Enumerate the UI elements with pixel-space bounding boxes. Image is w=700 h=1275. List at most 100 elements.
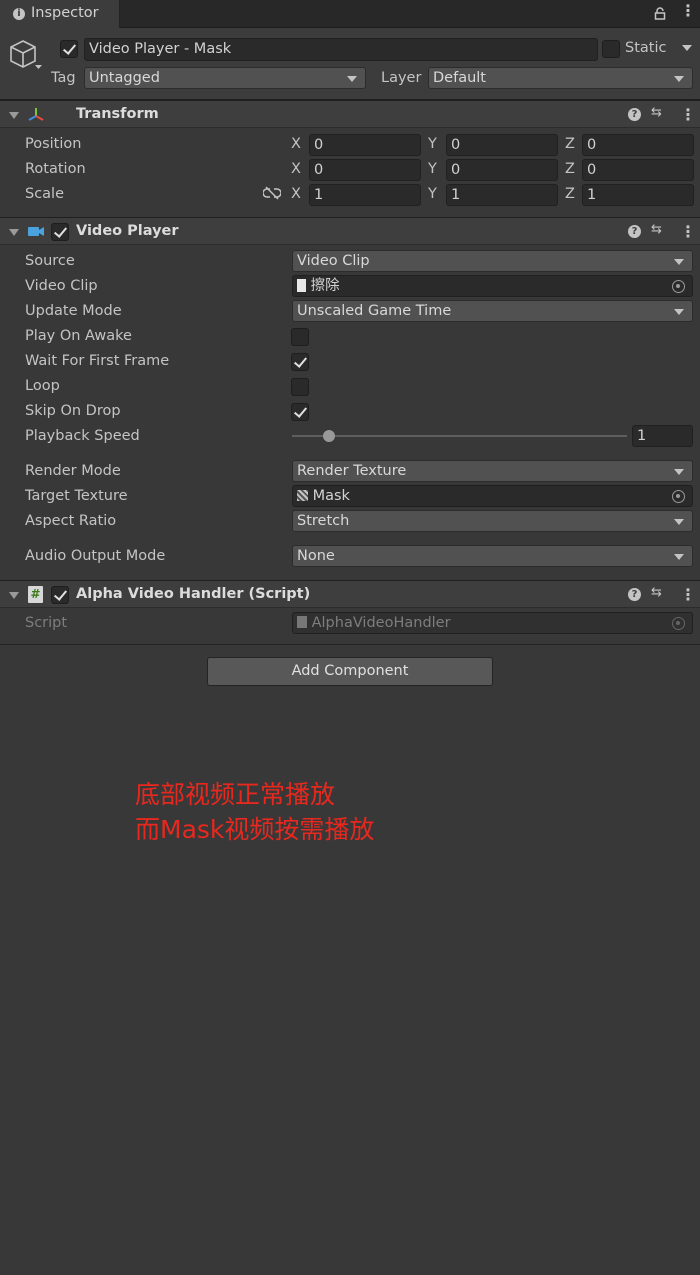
playback-speed-value: 1 — [637, 428, 647, 444]
object-picker-icon[interactable] — [672, 280, 685, 293]
foldout-arrow-icon[interactable] — [9, 229, 19, 236]
object-picker-icon[interactable] — [672, 490, 685, 503]
update-mode-label: Update Mode — [25, 303, 122, 319]
rotation-x-input[interactable]: 0 — [309, 159, 421, 181]
tag-value: Untagged — [89, 70, 160, 86]
position-y-label[interactable]: Y — [428, 136, 437, 152]
wait-first-frame-checkbox[interactable] — [291, 353, 309, 371]
scale-x-input[interactable]: 1 — [309, 184, 421, 206]
update-mode-value: Unscaled Game Time — [297, 303, 452, 319]
scale-z-input[interactable]: 1 — [582, 184, 694, 206]
preset-icon[interactable]: ⇆ — [651, 585, 662, 600]
rotation-y-input[interactable]: 0 — [446, 159, 558, 181]
update-mode-dropdown[interactable]: Unscaled Game Time — [292, 300, 693, 322]
play-on-awake-checkbox[interactable] — [291, 328, 309, 346]
add-component-label: Add Component — [291, 663, 409, 679]
position-z-input[interactable]: 0 — [582, 134, 694, 156]
help-icon[interactable]: ? — [628, 108, 641, 121]
aspect-ratio-value: Stretch — [297, 513, 350, 529]
playback-speed-track[interactable] — [292, 435, 627, 437]
add-component-button[interactable]: Add Component — [207, 657, 493, 686]
alpha-handler-header[interactable]: # Alpha Video Handler (Script) ? ⇆ ⋮ — [0, 580, 700, 608]
position-x-label[interactable]: X — [291, 136, 301, 152]
info-icon: i — [13, 8, 25, 20]
scale-x-value: 1 — [314, 187, 324, 203]
scale-x-label[interactable]: X — [291, 186, 301, 202]
foldout-arrow-icon[interactable] — [9, 112, 19, 119]
audio-output-value: None — [297, 548, 335, 564]
scale-z-label[interactable]: Z — [565, 186, 575, 202]
position-y-value: 0 — [451, 137, 461, 153]
position-x-value: 0 — [314, 137, 324, 153]
video-clip-field[interactable]: 擦除 — [292, 275, 693, 297]
preset-icon[interactable]: ⇆ — [651, 222, 662, 237]
tab-menu-icon[interactable]: ⋮ — [680, 3, 696, 19]
component-menu-icon[interactable]: ⋮ — [680, 587, 696, 603]
tag-dropdown[interactable]: Untagged — [84, 67, 366, 89]
skip-on-drop-label: Skip On Drop — [25, 403, 121, 419]
gameobject-cube-icon[interactable] — [8, 38, 42, 72]
chevron-down-icon — [674, 469, 684, 475]
preset-icon[interactable]: ⇆ — [651, 105, 662, 120]
transform-header[interactable]: Transform ? ⇆ ⋮ — [0, 100, 700, 128]
target-texture-label: Target Texture — [25, 488, 128, 504]
position-y-input[interactable]: 0 — [446, 134, 558, 156]
wait-first-frame-label: Wait For First Frame — [25, 353, 170, 369]
playback-speed-label: Playback Speed — [25, 428, 140, 444]
transform-axes-icon — [28, 108, 44, 121]
audio-output-dropdown[interactable]: None — [292, 545, 693, 567]
alpha-handler-enabled-checkbox[interactable] — [51, 586, 69, 604]
audio-output-label: Audio Output Mode — [25, 548, 166, 564]
chevron-down-icon — [674, 519, 684, 525]
scale-label: Scale — [25, 186, 65, 202]
help-icon[interactable]: ? — [628, 588, 641, 601]
static-dropdown-icon[interactable] — [682, 45, 692, 51]
position-x-input[interactable]: 0 — [309, 134, 421, 156]
components-divider — [0, 644, 700, 645]
rotation-label: Rotation — [25, 161, 86, 177]
rotation-x-label[interactable]: X — [291, 161, 301, 177]
position-z-label[interactable]: Z — [565, 136, 575, 152]
object-name-input[interactable]: Video Player - Mask — [84, 38, 598, 61]
aspect-ratio-label: Aspect Ratio — [25, 513, 117, 529]
chevron-down-icon — [347, 76, 357, 82]
source-dropdown[interactable]: Video Clip — [292, 250, 693, 272]
static-checkbox[interactable] — [602, 40, 620, 58]
script-file-icon: # — [28, 586, 43, 603]
constrain-proportions-icon[interactable] — [263, 186, 281, 200]
render-texture-icon — [297, 490, 308, 501]
rotation-z-value: 0 — [587, 162, 597, 178]
scale-z-value: 1 — [587, 187, 597, 203]
object-picker-icon — [672, 617, 685, 630]
video-player-enabled-checkbox[interactable] — [51, 223, 69, 241]
lock-icon[interactable] — [654, 7, 666, 20]
rotation-y-label[interactable]: Y — [428, 161, 437, 177]
tag-label: Tag — [51, 70, 76, 86]
source-value: Video Clip — [297, 253, 370, 269]
target-texture-field[interactable]: Mask — [292, 485, 693, 507]
layer-dropdown[interactable]: Default — [428, 67, 693, 89]
annotation-line-1: 底部视频正常播放 — [135, 780, 336, 809]
playback-speed-input[interactable]: 1 — [632, 425, 693, 447]
skip-on-drop-checkbox[interactable] — [291, 403, 309, 421]
component-menu-icon[interactable]: ⋮ — [680, 224, 696, 240]
help-icon[interactable]: ? — [628, 225, 641, 238]
video-clip-value: 擦除 — [310, 278, 340, 294]
scale-y-label[interactable]: Y — [428, 186, 437, 202]
video-player-header[interactable]: Video Player ? ⇆ ⋮ — [0, 217, 700, 245]
loop-checkbox[interactable] — [291, 378, 309, 396]
gameobject-active-checkbox[interactable] — [60, 40, 78, 58]
rotation-z-input[interactable]: 0 — [582, 159, 694, 181]
foldout-arrow-icon[interactable] — [9, 592, 19, 599]
playback-speed-slider-thumb[interactable] — [322, 430, 335, 442]
scale-y-input[interactable]: 1 — [446, 184, 558, 206]
layer-label: Layer — [381, 70, 422, 86]
rotation-z-label[interactable]: Z — [565, 161, 575, 177]
render-mode-dropdown[interactable]: Render Texture — [292, 460, 693, 482]
component-menu-icon[interactable]: ⋮ — [680, 107, 696, 123]
script-asset-icon — [297, 616, 307, 628]
tab-inspector[interactable]: i Inspector — [0, 0, 120, 28]
aspect-ratio-dropdown[interactable]: Stretch — [292, 510, 693, 532]
tab-inspector-label: Inspector — [31, 5, 99, 21]
alpha-handler-title: Alpha Video Handler (Script) — [76, 586, 311, 602]
